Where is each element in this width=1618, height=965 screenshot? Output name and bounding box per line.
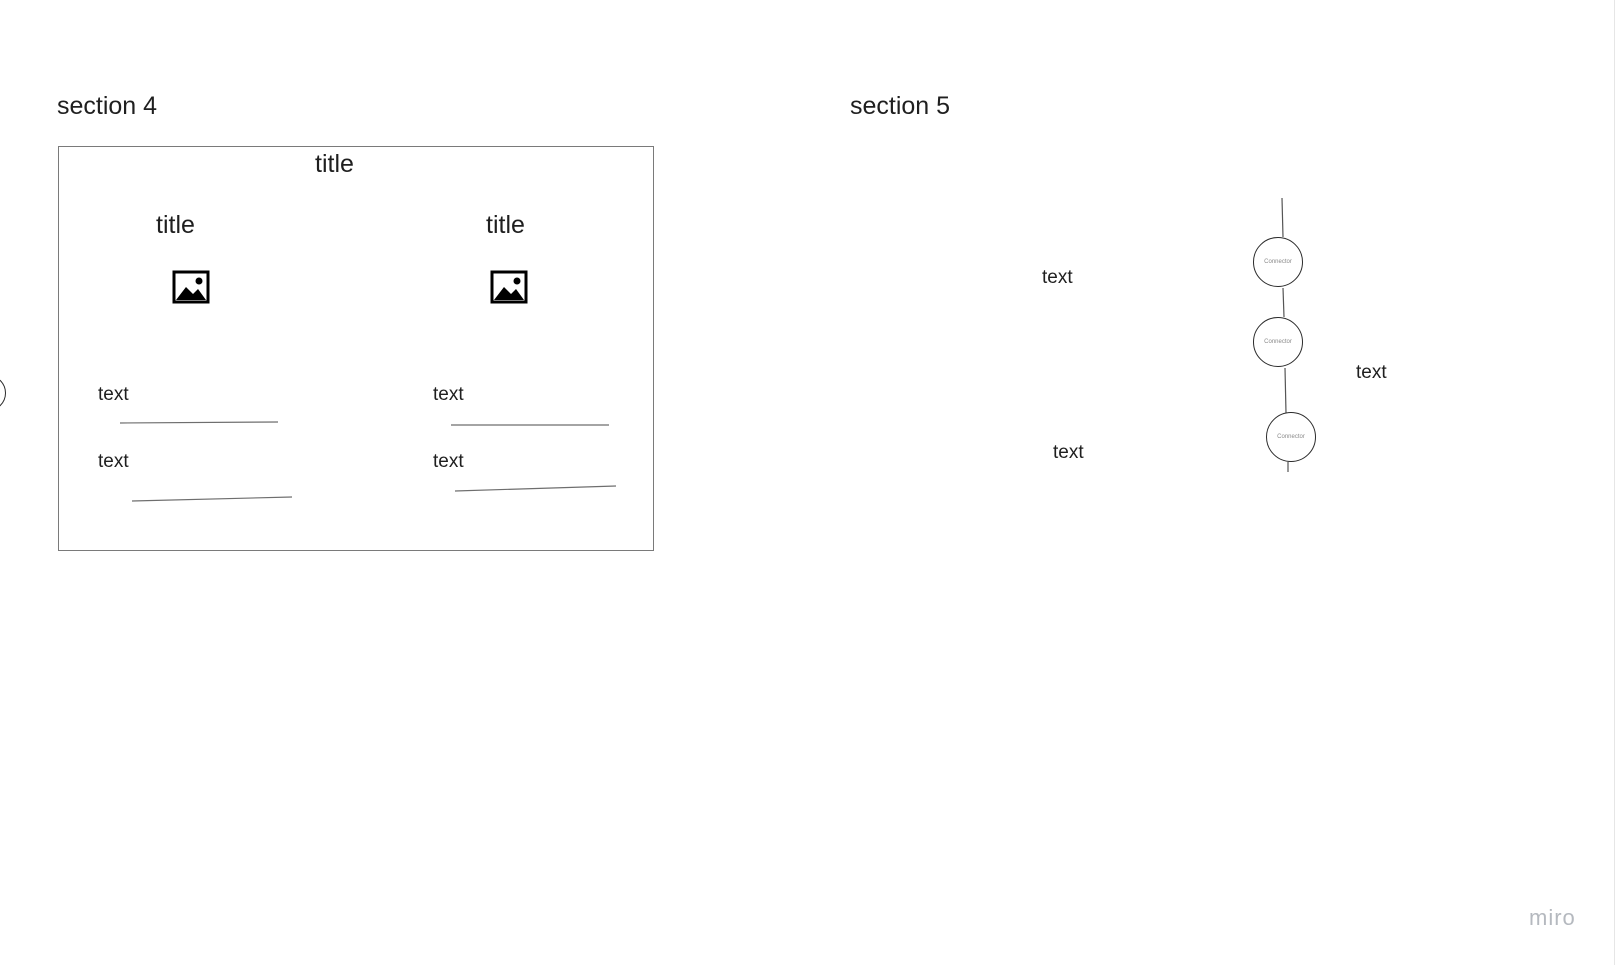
- column-2-field-1-label[interactable]: text: [433, 385, 464, 404]
- column-2-field-2-label[interactable]: text: [433, 452, 464, 471]
- viewport-edge: [1614, 0, 1615, 965]
- frame-title[interactable]: title: [315, 152, 354, 177]
- connector-node-2[interactable]: Connector: [1253, 317, 1303, 367]
- column-1-field-2-label[interactable]: text: [98, 452, 129, 471]
- section-5-text-1[interactable]: text: [1042, 268, 1073, 287]
- section-5-text-2[interactable]: text: [1356, 363, 1387, 382]
- connector-node-1[interactable]: Connector: [1253, 237, 1303, 287]
- section-4-wireframe-frame[interactable]: [58, 146, 654, 551]
- column-1-field-1-label[interactable]: text: [98, 385, 129, 404]
- miro-board-canvas[interactable]: section 4 section 5 title title title te…: [0, 0, 1618, 965]
- section-5-text-3[interactable]: text: [1053, 443, 1084, 462]
- section-5-title[interactable]: section 5: [850, 94, 950, 119]
- column-1-title[interactable]: title: [156, 213, 195, 238]
- image-icon[interactable]: [490, 270, 528, 304]
- offscreen-connector-shape[interactable]: [0, 375, 6, 411]
- connector-line[interactable]: [1284, 367, 1287, 414]
- connector-node-3[interactable]: Connector: [1266, 412, 1316, 462]
- image-icon[interactable]: [172, 270, 210, 304]
- connector-line[interactable]: [1282, 287, 1285, 318]
- miro-logo: miro: [1529, 905, 1576, 930]
- connector-line[interactable]: [1281, 197, 1284, 238]
- section-4-title[interactable]: section 4: [57, 94, 157, 119]
- column-2-title[interactable]: title: [486, 213, 525, 238]
